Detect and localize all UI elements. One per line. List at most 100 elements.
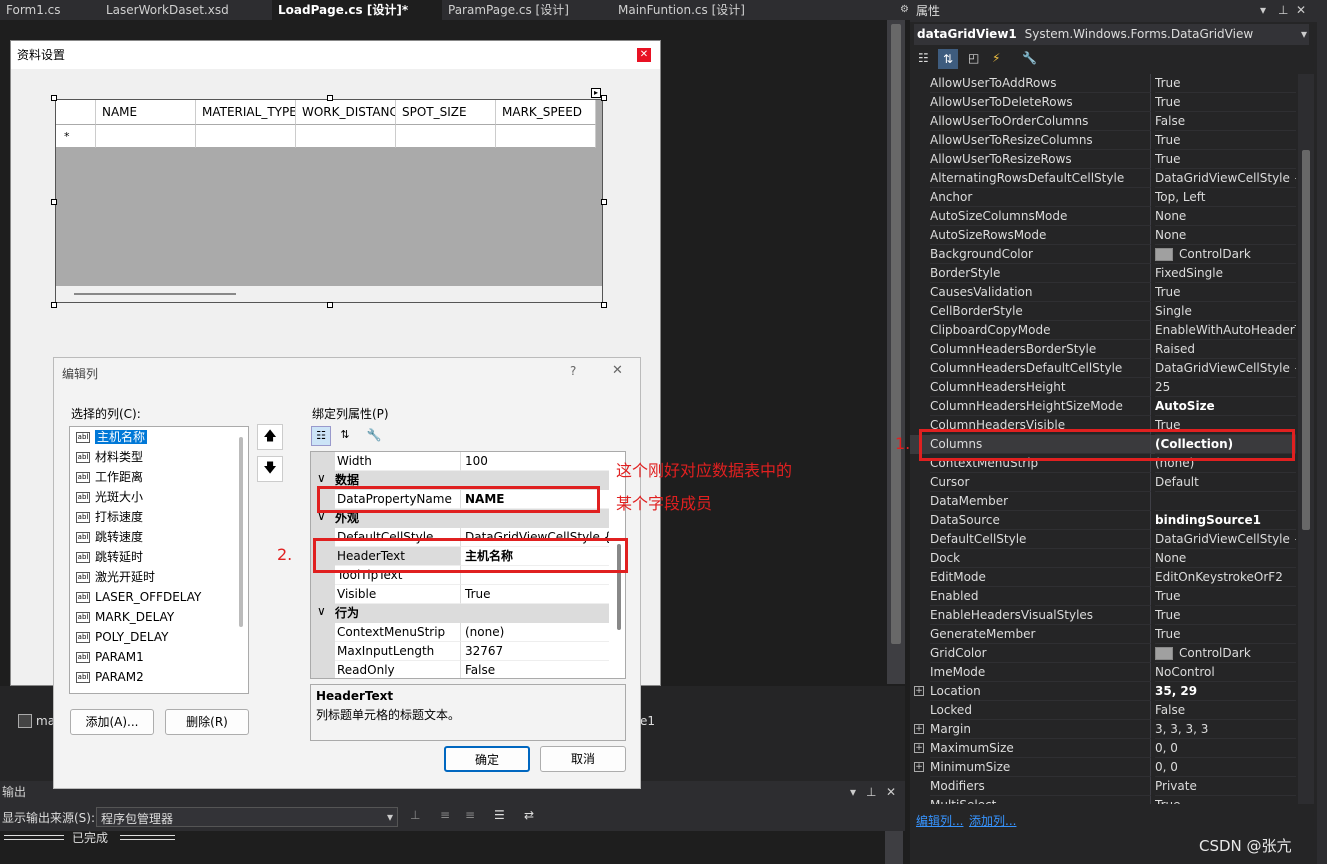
find-message-icon[interactable]: ⊥ bbox=[410, 808, 420, 822]
property-row[interactable]: ColumnHeadersBorderStyle Raised bbox=[910, 340, 1296, 359]
property-value[interactable]: Raised bbox=[1155, 340, 1296, 359]
selection-handle[interactable] bbox=[327, 302, 333, 308]
grid-column-header[interactable]: MARK_SPEED bbox=[496, 100, 596, 125]
property-row[interactable]: DataMember bbox=[910, 492, 1296, 511]
designer-vertical-scrollbar[interactable] bbox=[887, 20, 905, 684]
property-row[interactable]: Visible True bbox=[311, 585, 609, 604]
property-value[interactable]: True bbox=[1155, 796, 1296, 804]
categorized-icon[interactable]: ☷ bbox=[918, 51, 929, 65]
list-item[interactable]: abl PARAM2 bbox=[76, 667, 144, 687]
property-row[interactable]: AutoSizeRowsMode None bbox=[910, 226, 1296, 245]
property-row[interactable]: ReadOnly False bbox=[311, 661, 609, 678]
cancel-button[interactable]: 取消 bbox=[540, 746, 626, 772]
property-row[interactable]: Anchor Top, Left bbox=[910, 188, 1296, 207]
property-row[interactable]: EnableHeadersVisualStyles True bbox=[910, 606, 1296, 625]
expand-icon[interactable]: + bbox=[914, 724, 924, 734]
list-item[interactable]: abl 跳转速度 bbox=[76, 527, 143, 547]
property-row[interactable]: ColumnHeadersDefaultCellStyle DataGridVie… bbox=[910, 359, 1296, 378]
property-value[interactable]: EnableWithAutoHeaderT bbox=[1155, 321, 1296, 340]
property-row[interactable]: AutoSizeColumnsMode None bbox=[910, 207, 1296, 226]
property-value[interactable]: FixedSingle bbox=[1155, 264, 1296, 283]
property-row[interactable]: GenerateMember True bbox=[910, 625, 1296, 644]
edit-columns-link[interactable]: 编辑列... bbox=[916, 812, 963, 829]
list-item[interactable]: abl MARK_DELAY bbox=[76, 607, 174, 627]
property-row[interactable]: DataSource bindingSource1 bbox=[910, 511, 1296, 530]
selection-handle[interactable] bbox=[51, 199, 57, 205]
component-label-2[interactable]: e1 bbox=[640, 714, 655, 728]
alphabetical-view-icon[interactable]: ⇅ bbox=[335, 426, 355, 446]
list-item[interactable]: abl 激光开延时 bbox=[76, 567, 155, 587]
tab-0[interactable]: Form1.cs bbox=[0, 0, 100, 20]
property-value[interactable]: Top, Left bbox=[1155, 188, 1296, 207]
ok-button[interactable]: 确定 bbox=[444, 746, 530, 772]
expand-icon[interactable]: + bbox=[914, 743, 924, 753]
property-value[interactable]: Private bbox=[1155, 777, 1296, 796]
property-row[interactable]: EditMode EditOnKeystrokeOrF2 bbox=[910, 568, 1296, 587]
chevron-down-icon[interactable]: ∨ bbox=[317, 604, 326, 618]
property-value[interactable]: True bbox=[1155, 587, 1296, 606]
property-value[interactable]: 25 bbox=[1155, 378, 1296, 397]
grid-new-row-cell[interactable] bbox=[296, 125, 396, 148]
chevron-down-icon[interactable]: ∨ bbox=[317, 471, 326, 485]
property-row[interactable]: AllowUserToAddRows True bbox=[910, 74, 1296, 93]
property-row[interactable]: AllowUserToOrderColumns False bbox=[910, 112, 1296, 131]
selection-handle[interactable] bbox=[51, 95, 57, 101]
scrollbar-thumb[interactable] bbox=[74, 293, 236, 295]
selected-columns-list[interactable]: abl 主机名称 abl 材料类型 abl 工作距离 abl 光斑大小 abl 打标速度 abl 跳转… bbox=[69, 426, 249, 694]
grid-new-row-cell[interactable] bbox=[496, 125, 596, 148]
tab-1[interactable]: LaserWorkDaset.xsd bbox=[100, 0, 272, 20]
property-value[interactable]: True bbox=[1155, 93, 1296, 112]
property-value[interactable]: True bbox=[1155, 131, 1296, 150]
object-selector[interactable]: dataGridView1 System.Windows.Forms.DataG… bbox=[914, 24, 1309, 45]
property-value[interactable]: 0, 0 bbox=[1155, 739, 1296, 758]
property-value[interactable]: True bbox=[461, 585, 609, 604]
move-down-button[interactable]: 🡇 bbox=[257, 456, 283, 482]
property-row[interactable]: DefaultCellStyle DataGridViewCellStyle { bbox=[910, 530, 1296, 549]
tab-3[interactable]: ParamPage.cs [设计] bbox=[442, 0, 612, 20]
selection-handle[interactable] bbox=[601, 95, 607, 101]
property-row[interactable]: ImeMode NoControl bbox=[910, 663, 1296, 682]
word-wrap-icon[interactable]: ⇄ bbox=[524, 808, 534, 822]
property-row[interactable]: AlternatingRowsDefaultCellStyle DataGridV… bbox=[910, 169, 1296, 188]
selection-handle[interactable] bbox=[601, 199, 607, 205]
grid-column-header[interactable]: MATERIAL_TYPE bbox=[196, 100, 296, 125]
output-scrollbar[interactable] bbox=[885, 831, 903, 864]
property-row[interactable]: + Location 35, 29 bbox=[910, 682, 1296, 701]
add-column-link[interactable]: 添加列... bbox=[969, 812, 1016, 829]
property-pages-icon[interactable]: 🔧 bbox=[1022, 51, 1037, 65]
property-value[interactable]: ControlDark bbox=[1155, 245, 1296, 264]
property-row[interactable]: MultiSelect True bbox=[910, 796, 1296, 804]
tab-2[interactable]: LoadPage.cs [设计]* bbox=[272, 0, 442, 20]
expand-icon[interactable]: + bbox=[914, 762, 924, 772]
property-row[interactable]: AllowUserToResizeColumns True bbox=[910, 131, 1296, 150]
property-row[interactable]: Cursor Default bbox=[910, 473, 1296, 492]
dialog-close-icon[interactable]: ✕ bbox=[612, 363, 623, 378]
property-row[interactable]: Dock None bbox=[910, 549, 1296, 568]
grid-column-header[interactable]: WORK_DISTANC bbox=[296, 100, 396, 125]
properties-icon[interactable]: ◰ bbox=[968, 51, 979, 65]
categorized-view-icon[interactable]: ☷ bbox=[311, 426, 331, 446]
property-value[interactable]: 35, 29 bbox=[1155, 682, 1296, 701]
output-pin-icon[interactable]: ⊥ bbox=[866, 781, 876, 803]
property-row[interactable]: ColumnHeadersHeight 25 bbox=[910, 378, 1296, 397]
smart-tag-arrow-icon[interactable]: ▸ bbox=[591, 88, 601, 98]
remove-column-button[interactable]: 删除(R) bbox=[165, 709, 249, 735]
property-row[interactable]: ContextMenuStrip (none) bbox=[311, 623, 609, 642]
property-value[interactable]: EditOnKeystrokeOrF2 bbox=[1155, 568, 1296, 587]
grid-horizontal-scrollbar[interactable] bbox=[56, 286, 602, 302]
property-value[interactable]: True bbox=[1155, 74, 1296, 93]
property-value[interactable]: AutoSize bbox=[1155, 397, 1296, 416]
property-row[interactable]: CausesValidation True bbox=[910, 283, 1296, 302]
list-item[interactable]: abl LASER_OFFDELAY bbox=[76, 587, 201, 607]
property-row[interactable]: Enabled True bbox=[910, 587, 1296, 606]
form-close-icon[interactable]: ✕ bbox=[637, 48, 651, 62]
property-value[interactable]: Default bbox=[1155, 473, 1296, 492]
property-value[interactable]: 0, 0 bbox=[1155, 758, 1296, 777]
property-value[interactable]: NoControl bbox=[1155, 663, 1296, 682]
property-value[interactable]: False bbox=[1155, 701, 1296, 720]
selection-handle[interactable] bbox=[327, 95, 333, 101]
property-value[interactable]: DataGridViewCellStyle { bbox=[1155, 169, 1296, 188]
output-close-icon[interactable]: ✕ bbox=[886, 781, 896, 803]
property-value[interactable]: bindingSource1 bbox=[1155, 511, 1296, 530]
property-grid-scrollbar[interactable] bbox=[1298, 74, 1314, 804]
